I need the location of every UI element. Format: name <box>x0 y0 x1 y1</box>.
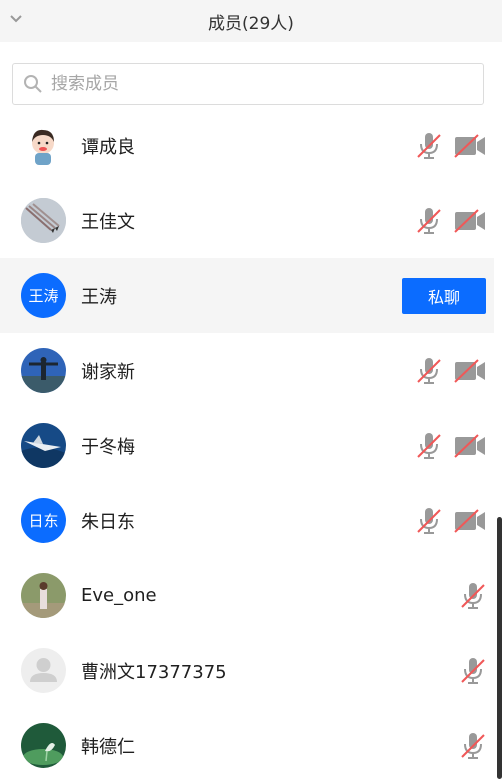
member-name: 朱日东 <box>81 511 135 533</box>
search-icon <box>24 75 42 93</box>
member-name: 谢家新 <box>81 361 135 383</box>
members-title: 成员(29人) <box>208 13 294 34</box>
member-status-icons <box>460 582 486 610</box>
member-name: 王涛 <box>81 286 117 308</box>
member-status-icons <box>460 657 486 685</box>
member-list: 谭成良 王佳文 王涛 王涛 私聊 谢家新 于冬梅 日东 朱日东 Eve_one … <box>0 108 494 783</box>
mic-muted-icon <box>417 507 441 534</box>
member-status-icons <box>416 357 486 385</box>
member-row[interactable]: 谭成良 <box>0 108 494 183</box>
member-row[interactable]: 于冬梅 <box>0 408 494 483</box>
avatar-person-sky-photo <box>21 348 66 393</box>
member-name: Eve_one <box>81 585 157 606</box>
avatar-airplane-photo <box>21 423 66 468</box>
video-off-icon <box>454 508 485 533</box>
member-row[interactable]: 韩德仁 <box>0 708 494 783</box>
member-search-box <box>12 63 484 105</box>
video-off-icon <box>454 133 485 158</box>
mic-muted-icon <box>417 432 441 459</box>
member-status-icons <box>416 432 486 460</box>
mic-muted-icon <box>417 357 441 384</box>
member-status-icons <box>460 732 486 760</box>
mic-muted-icon <box>461 732 485 759</box>
member-row-highlighted[interactable]: 王涛 王涛 私聊 <box>0 258 494 333</box>
chevron-down-icon[interactable] <box>8 10 24 26</box>
member-name: 于冬梅 <box>81 436 135 458</box>
mic-muted-icon <box>461 582 485 609</box>
member-name: 谭成良 <box>81 136 135 158</box>
mic-muted-icon <box>417 132 441 159</box>
video-off-icon <box>454 358 485 383</box>
mic-muted-icon <box>417 207 441 234</box>
avatar-child-photo <box>21 123 66 168</box>
avatar-airshow-photo <box>21 198 66 243</box>
video-off-icon <box>454 433 485 458</box>
member-status-icons <box>416 132 486 160</box>
avatar-initials: 日东 <box>21 498 66 543</box>
members-header: 成员(29人) <box>0 0 502 42</box>
member-row[interactable]: 谢家新 <box>0 333 494 408</box>
mic-muted-icon <box>461 657 485 684</box>
member-search-input[interactable] <box>49 73 473 95</box>
member-status-icons <box>416 507 486 535</box>
default-avatar-icon <box>21 648 66 693</box>
member-status-icons <box>416 207 486 235</box>
avatar-green-photo <box>21 723 66 768</box>
member-row[interactable]: 日东 朱日东 <box>0 483 494 558</box>
scrollbar[interactable] <box>497 517 502 779</box>
private-chat-button[interactable]: 私聊 <box>402 277 486 314</box>
video-off-icon <box>454 208 485 233</box>
avatar-initials: 王涛 <box>21 273 66 318</box>
member-row[interactable]: 王佳文 <box>0 183 494 258</box>
member-row[interactable]: 曹洲文17377375 <box>0 633 494 708</box>
member-name: 曹洲文17377375 <box>81 661 227 683</box>
avatar-outdoor-person-photo <box>21 573 66 618</box>
member-name: 韩德仁 <box>81 736 135 758</box>
member-name: 王佳文 <box>81 211 135 233</box>
member-row[interactable]: Eve_one <box>0 558 494 633</box>
